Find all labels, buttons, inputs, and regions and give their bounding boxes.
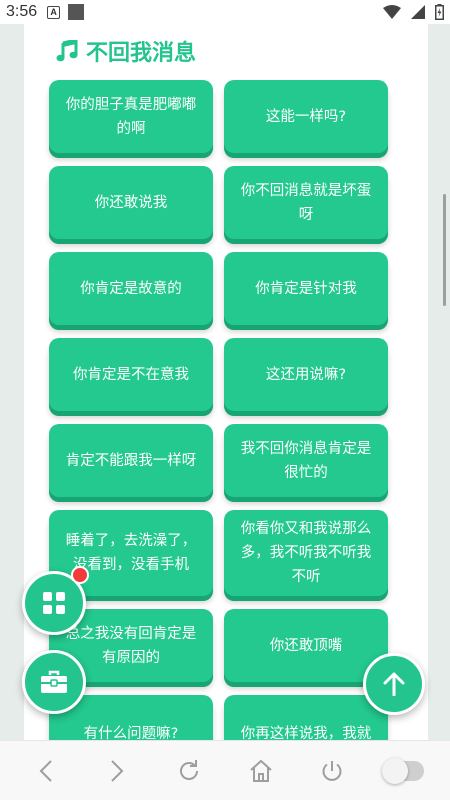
scroll-top-fab-button[interactable]: [363, 653, 425, 715]
status-bar: 3:56 A: [0, 0, 450, 24]
phrase-card[interactable]: 这能一样吗?: [224, 80, 388, 153]
section-title: 不回我消息: [86, 41, 197, 66]
scrollbar-thumb[interactable]: [443, 194, 446, 306]
phrase-card[interactable]: 你再这样说我，我就: [224, 695, 388, 740]
phrase-grid: 你的胆子真是肥嘟嘟的啊 这能一样吗? 你还敢说我 你不回消息就是坏蛋呀 你肯定是…: [49, 80, 389, 740]
phrase-card[interactable]: 肯定不能跟我一样呀: [49, 424, 213, 497]
toolbox-icon: [41, 670, 67, 693]
wifi-icon: [383, 5, 401, 19]
phrase-text: 你还敢说我: [94, 194, 168, 211]
toolbox-fab-button[interactable]: [22, 650, 86, 714]
chevron-left-icon: [39, 759, 52, 782]
home-button[interactable]: [241, 751, 281, 791]
phrase-text: 你肯定是故意的: [80, 280, 182, 297]
phrase-card[interactable]: 你肯定是不在意我: [49, 338, 213, 411]
status-time: 3:56: [6, 3, 38, 20]
phrase-text: 你看你又和我说那么多，我不听我不听我不听: [240, 521, 372, 585]
notification-badge: [71, 566, 89, 584]
section-header: 不回我消息: [56, 36, 196, 66]
phrase-card[interactable]: 这还用说嘛?: [224, 338, 388, 411]
phrase-card[interactable]: 你还敢说我: [49, 166, 213, 239]
phrase-text: 你的胆子真是肥嘟嘟的啊: [65, 96, 197, 137]
music-note-icon: [56, 40, 78, 62]
phrase-text: 你肯定是针对我: [255, 280, 357, 297]
notification-a-icon: A: [47, 5, 61, 19]
chevron-right-icon: [111, 759, 124, 782]
signal-icon: [411, 5, 425, 19]
arrow-up-icon: [383, 672, 405, 696]
phrase-text: 你不回消息就是坏蛋呀: [240, 182, 372, 223]
home-icon: [250, 759, 272, 782]
mode-toggle[interactable]: [382, 751, 425, 791]
phrase-card[interactable]: 你还敢顶嘴: [224, 609, 388, 682]
phrase-text: 有什么问题嘛?: [83, 726, 179, 740]
phrase-card[interactable]: 你肯定是针对我: [224, 252, 388, 325]
toggle-knob: [382, 757, 409, 784]
refresh-icon: [180, 759, 199, 780]
battery-icon: [435, 4, 444, 20]
phrase-text: 这还用说嘛?: [265, 366, 347, 383]
phrase-text: 肯定不能跟我一样呀: [65, 452, 197, 469]
phrase-text: 你再这样说我，我就: [240, 726, 372, 740]
phrase-card[interactable]: 你看你又和我说那么多，我不听我不听我不听: [224, 510, 388, 596]
power-icon: [322, 760, 342, 781]
phrase-text: 我不回你消息肯定是很忙的: [240, 440, 372, 481]
phrase-text: 你还敢顶嘴: [269, 637, 343, 654]
phrase-card[interactable]: 我不回你消息肯定是很忙的: [224, 424, 388, 497]
content-area[interactable]: 不回我消息 你的胆子真是肥嘟嘟的啊 这能一样吗? 你还敢说我 你不回消息就是坏蛋…: [0, 24, 450, 740]
power-button[interactable]: [312, 751, 352, 791]
bottom-nav-bar: [0, 740, 450, 800]
phrase-card[interactable]: 你的胆子真是肥嘟嘟的啊: [49, 80, 213, 153]
grid-apps-icon: [43, 592, 65, 614]
toggle-switch-icon: [382, 757, 425, 784]
notification-square-icon: [68, 4, 85, 20]
forward-button[interactable]: [97, 751, 137, 791]
phrase-card[interactable]: 你肯定是故意的: [49, 252, 213, 325]
status-icons: [383, 4, 444, 20]
back-button[interactable]: [26, 751, 66, 791]
refresh-button[interactable]: [169, 751, 209, 791]
phrase-card[interactable]: 你不回消息就是坏蛋呀: [224, 166, 388, 239]
phrase-text: 总之我没有回肯定是有原因的: [65, 625, 197, 666]
phrase-text: 这能一样吗?: [265, 108, 347, 125]
phrase-text: 你肯定是不在意我: [73, 366, 189, 383]
